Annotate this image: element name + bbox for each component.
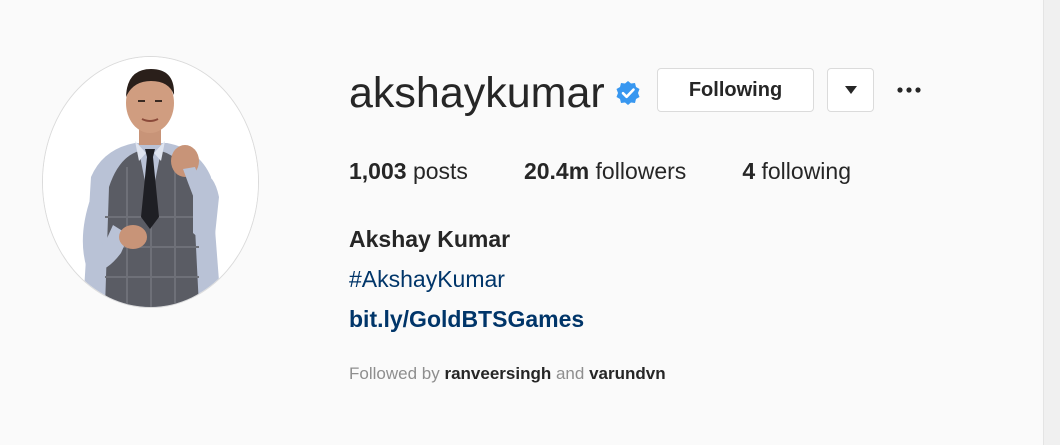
suggested-dropdown-button[interactable] <box>827 68 874 112</box>
page-scrollbar[interactable] <box>1043 0 1060 445</box>
followed-by-account-1[interactable]: ranveersingh <box>444 364 551 383</box>
followed-by-text: Followed by ranveersingh and varundvn <box>349 364 666 384</box>
profile-full-name: Akshay Kumar <box>349 226 511 252</box>
bio-hashtag-link[interactable]: #AkshayKumar <box>349 266 505 293</box>
following-stat[interactable]: 4 following <box>742 158 851 185</box>
following-button[interactable]: Following <box>657 68 814 112</box>
followed-by-prefix: Followed by <box>349 364 440 383</box>
ellipsis-icon <box>897 87 921 93</box>
following-count: 4 <box>742 158 756 184</box>
followers-stat[interactable]: 20.4m followers <box>524 158 686 185</box>
following-label: following <box>761 158 852 184</box>
profile-photo <box>43 57 258 307</box>
posts-label: posts <box>412 158 468 184</box>
posts-count: 1,003 <box>349 158 407 184</box>
profile-avatar[interactable] <box>42 56 259 308</box>
profile-header: akshaykumar <box>349 62 641 124</box>
bio-external-link[interactable]: bit.ly/GoldBTSGames <box>349 306 584 333</box>
verified-badge-icon <box>616 81 640 105</box>
caret-down-icon <box>844 86 857 94</box>
followers-label: followers <box>595 158 687 184</box>
followers-count: 20.4m <box>523 158 590 184</box>
profile-page: akshaykumar Following 1,003 posts 20.4m … <box>0 0 1060 445</box>
followed-by-account-2[interactable]: varundvn <box>589 364 666 383</box>
profile-username: akshaykumar <box>349 68 605 117</box>
profile-stats: 1,003 posts 20.4m followers 4 following <box>349 158 907 185</box>
more-options-button[interactable] <box>893 76 925 104</box>
posts-stat: 1,003 posts <box>349 158 468 185</box>
followed-by-conjunction: and <box>555 364 585 383</box>
